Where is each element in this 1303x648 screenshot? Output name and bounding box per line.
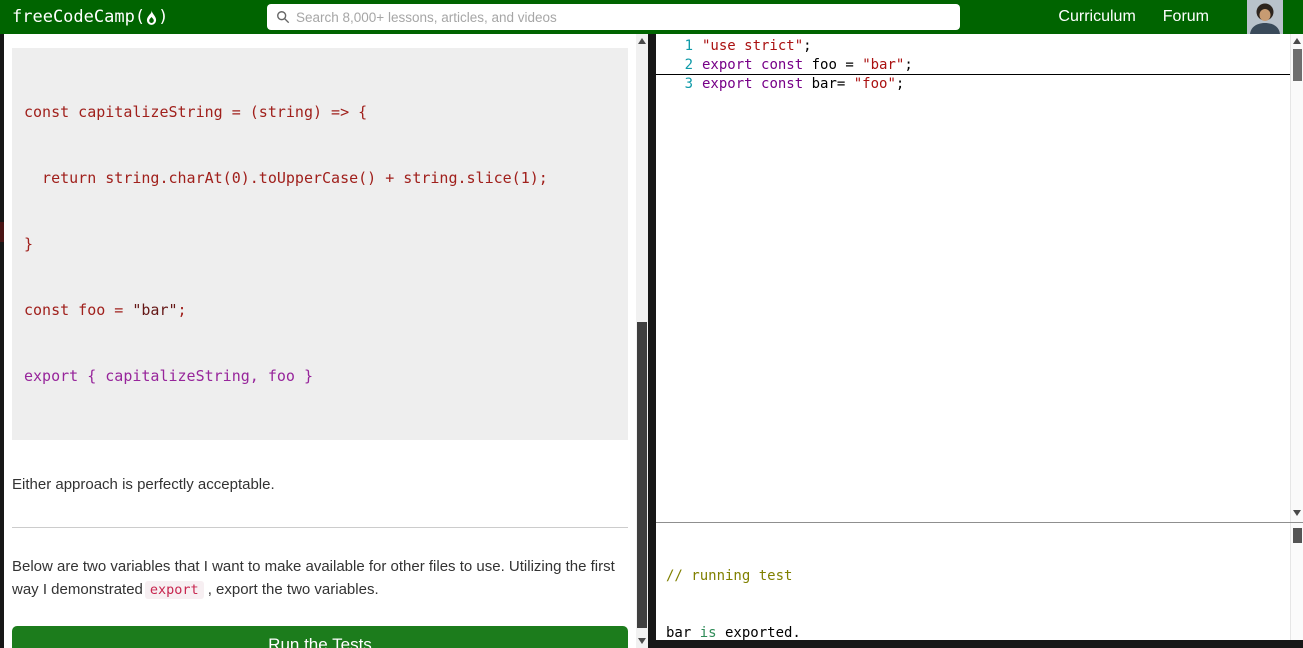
editor-code-text: export const foo = "bar";: [702, 57, 913, 73]
search-input[interactable]: [296, 9, 951, 25]
inline-code-export: export: [144, 581, 204, 599]
example-code-block: const capitalizeString = (string) => { r…: [12, 48, 628, 440]
scrollbar-thumb[interactable]: [637, 322, 647, 628]
example-code-line: export { capitalizeString, foo }: [24, 367, 313, 385]
search-icon: [276, 10, 290, 24]
avatar[interactable]: [1247, 0, 1283, 34]
scrollbar-thumb[interactable]: [1293, 528, 1302, 543]
edge-artifact: [0, 222, 4, 242]
nav-link-curriculum[interactable]: Curriculum: [1058, 8, 1135, 26]
editor-line[interactable]: 3 export const bar= "foo";: [656, 75, 1290, 94]
scroll-up-arrow[interactable]: [1291, 34, 1303, 48]
scroll-up-arrow[interactable]: [636, 34, 648, 48]
scrollbar-thumb[interactable]: [1293, 49, 1302, 81]
editor-scrollbar[interactable]: [1290, 34, 1303, 522]
instruction-paragraph: Either approach is perfectly acceptable.: [12, 476, 275, 493]
line-number: 1: [684, 38, 693, 54]
line-number: 2: [684, 57, 693, 73]
logo-text-prefix: freeCodeCamp(: [12, 7, 146, 27]
instructions-content: const capitalizeString = (string) => { r…: [12, 34, 628, 648]
line-number: 3: [684, 76, 693, 92]
scroll-down-arrow[interactable]: [1291, 506, 1303, 520]
search-bar[interactable]: [267, 4, 960, 30]
editor-column: 1 "use strict"; 2 export const foo = "ba…: [656, 34, 1303, 648]
instructions-panel: const capitalizeString = (string) => { r…: [4, 34, 648, 648]
console-line: // running test: [666, 568, 793, 584]
example-code-line: return string.charAt(0).toUpperCase() + …: [24, 169, 548, 187]
console-scrollbar[interactable]: [1290, 523, 1303, 640]
editor-lines: 1 "use strict"; 2 export const foo = "ba…: [656, 37, 1290, 94]
logo-text-suffix: ): [158, 7, 169, 27]
editor-code-text: export const bar= "foo";: [702, 76, 905, 92]
instructions-scrollbar[interactable]: [636, 34, 648, 648]
page: freeCodeCamp( ) Curriculum Forum const c…: [0, 0, 1303, 648]
example-code-line: }: [24, 235, 34, 253]
scroll-down-arrow[interactable]: [636, 634, 648, 648]
console-line: bar is exported.: [666, 625, 801, 641]
flame-icon: [146, 9, 157, 25]
console-lines: // running test bar is exported. // test…: [666, 529, 818, 648]
editor-line-active[interactable]: 2 export const foo = "bar";: [656, 56, 1290, 75]
logo[interactable]: freeCodeCamp( ): [12, 7, 168, 27]
example-code-line: const foo = "bar";: [24, 301, 187, 319]
run-tests-button[interactable]: Run the Tests: [12, 626, 628, 648]
nav-link-forum[interactable]: Forum: [1163, 8, 1209, 26]
editor-line[interactable]: 1 "use strict";: [656, 37, 1290, 56]
challenge-paragraph: Below are two variables that I want to m…: [12, 555, 628, 602]
challenge-text-after: , export the two variables.: [207, 581, 379, 598]
top-navbar: freeCodeCamp( ) Curriculum Forum: [0, 0, 1303, 34]
output-console: // running test bar is exported. // test…: [656, 522, 1303, 641]
editor-code-text: "use strict";: [702, 38, 812, 54]
section-divider: [12, 527, 628, 528]
example-code-line: const capitalizeString = (string) => {: [24, 103, 368, 121]
navbar-right: Curriculum Forum: [1058, 0, 1283, 34]
code-editor[interactable]: 1 "use strict"; 2 export const foo = "ba…: [656, 34, 1303, 522]
